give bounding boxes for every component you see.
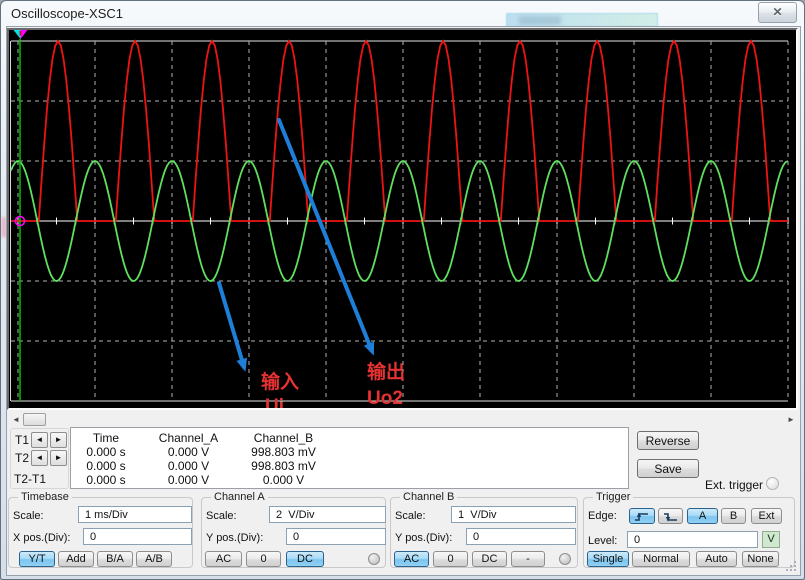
timebase-scale-field[interactable]: 1 ms/Div <box>78 506 192 523</box>
timebase-group: Timebase Scale: 1 ms/Div X pos.(Div): 0 … <box>8 497 193 568</box>
t2-label: T2 <box>15 451 29 465</box>
channel-a-zero-button[interactable]: 0 <box>246 551 281 567</box>
channel-b-probe-indicator <box>559 553 571 565</box>
svg-text:输出: 输出 <box>367 360 405 383</box>
timebase-add-button[interactable]: Add <box>58 551 94 567</box>
resize-grip[interactable] <box>785 560 797 572</box>
channel-a-ypos-field[interactable]: 0 <box>286 528 386 545</box>
trigger-none-button[interactable]: None <box>742 551 779 567</box>
scope-display[interactable]: 输入 Ui 输出 Uo2 <box>7 28 798 410</box>
t2-left-button[interactable]: ◄ <box>31 450 48 466</box>
close-button[interactable]: ✕ <box>758 2 797 23</box>
timebase-title: Timebase <box>18 491 72 503</box>
channel-b-group: Channel B Scale: 1 V/Div Y pos.(Div): 0 … <box>390 497 578 568</box>
trigger-edge-label: Edge: <box>588 510 617 522</box>
oscilloscope-window: Oscilloscope-XSC1 ✕ 输入 Ui 输出 Uo2 ◄ ► T1 ◄ ►… <box>0 0 805 580</box>
table-row-t1: 0.000 s 0.000 V 998.803 mV <box>71 445 628 458</box>
channel-b-ypos-field[interactable]: 0 <box>466 528 576 545</box>
t2-t1-label: T2-T1 <box>14 472 46 486</box>
t1-time: 0.000 s <box>71 445 141 459</box>
trigger-level-field[interactable]: 0 <box>627 531 758 548</box>
t2t1-time: 0.000 s <box>71 473 141 487</box>
channel-b-minus-button[interactable]: - <box>511 551 545 567</box>
table-row-t2-t1: 0.000 s 0.000 V 0.000 V <box>71 473 628 486</box>
col-time: Time <box>71 431 141 445</box>
timebase-xpos-label: X pos.(Div): <box>13 532 70 544</box>
close-icon: ✕ <box>772 5 782 19</box>
channel-b-scale-field[interactable]: 1 V/Div <box>451 506 576 523</box>
glass-reflection <box>519 16 561 25</box>
t1-right-button[interactable]: ► <box>50 432 67 448</box>
ext-trigger-indicator <box>766 477 779 490</box>
t2-channel-a: 0.000 V <box>141 459 236 473</box>
readout-header-row: Time Channel_A Channel_B <box>71 431 628 444</box>
readout-table: Time Channel_A Channel_B 0.000 s 0.000 V… <box>70 427 629 489</box>
timebase-scale-label: Scale: <box>13 510 44 522</box>
cursor-panel: T1 ◄ ► T2 ◄ ► T2-T1 <box>10 428 69 489</box>
trigger-group: Trigger Edge: A B Ext Level: 0 V Single <box>583 497 795 568</box>
trigger-normal-button[interactable]: Normal <box>632 551 690 567</box>
trigger-auto-button[interactable]: Auto <box>696 551 737 567</box>
timebase-ba-button[interactable]: B/A <box>97 551 133 567</box>
trigger-level-unit-select[interactable]: V <box>762 531 780 548</box>
window-title: Oscilloscope-XSC1 <box>11 6 123 21</box>
arrow-left-icon: ◄ <box>36 453 44 462</box>
channel-a-scale-field[interactable]: 2 V/Div <box>269 506 386 523</box>
client-area: 输入 Ui 输出 Uo2 ◄ ► T1 ◄ ► T2 ◄ ► T2-T1 Time C… <box>7 27 800 575</box>
scroll-left-icon[interactable]: ◄ <box>10 414 22 426</box>
waveform-plot: 输入 Ui 输出 Uo2 <box>9 30 796 408</box>
t1-channel-a: 0.000 V <box>141 445 236 459</box>
trigger-source-ext-button[interactable]: Ext <box>751 508 782 524</box>
channel-a-title: Channel A <box>211 491 268 503</box>
channel-a-scale-label: Scale: <box>206 510 237 522</box>
channel-b-ypos-label: Y pos.(Div): <box>395 532 452 544</box>
channel-b-zero-button[interactable]: 0 <box>433 551 468 567</box>
rising-edge-icon <box>634 511 650 523</box>
channel-b-ac-button[interactable]: AC <box>394 551 429 567</box>
trigger-source-b-button[interactable]: B <box>721 508 746 524</box>
col-channel-b: Channel_B <box>236 431 331 445</box>
t1-left-button[interactable]: ◄ <box>31 432 48 448</box>
channel-b-scale-label: Scale: <box>395 510 426 522</box>
falling-edge-icon <box>663 511 679 523</box>
trigger-single-button[interactable]: Single <box>587 551 629 567</box>
trigger-title: Trigger <box>593 491 633 503</box>
t2t1-channel-b: 0.000 V <box>236 473 331 487</box>
t2-right-button[interactable]: ► <box>50 450 67 466</box>
trigger-rising-edge-button[interactable] <box>629 508 655 524</box>
title-bar[interactable]: Oscilloscope-XSC1 ✕ <box>1 1 804 27</box>
t2-time: 0.000 s <box>71 459 141 473</box>
table-row-t2: 0.000 s 0.000 V 998.803 mV <box>71 459 628 472</box>
scrollbar-thumb[interactable] <box>23 413 46 426</box>
t1-label: T1 <box>15 433 29 447</box>
col-channel-a: Channel_A <box>141 431 236 445</box>
reverse-button[interactable]: Reverse <box>637 431 699 450</box>
timebase-xpos-field[interactable]: 0 <box>83 528 192 545</box>
arrow-right-icon: ► <box>55 435 63 444</box>
channel-b-dc-button[interactable]: DC <box>472 551 507 567</box>
t2-channel-b: 998.803 mV <box>236 459 331 473</box>
channel-a-ac-button[interactable]: AC <box>205 551 242 567</box>
timebase-yt-button[interactable]: Y/T <box>19 551 55 567</box>
ext-trigger-label: Ext. trigger <box>705 478 763 492</box>
trigger-falling-edge-button[interactable] <box>658 508 683 524</box>
t1-channel-b: 998.803 mV <box>236 445 331 459</box>
arrow-left-icon: ◄ <box>36 435 44 444</box>
channel-a-group: Channel A Scale: 2 V/Div Y pos.(Div): 0 … <box>201 497 386 568</box>
svg-text:Ui: Ui <box>265 396 284 408</box>
trigger-source-a-button[interactable]: A <box>687 508 718 524</box>
arrow-right-icon: ► <box>55 453 63 462</box>
scroll-right-icon[interactable]: ► <box>785 414 797 426</box>
trigger-level-label: Level: <box>588 535 617 547</box>
save-button[interactable]: Save <box>637 459 699 478</box>
horizontal-scrollbar[interactable]: ◄ ► <box>9 413 798 427</box>
t2t1-channel-a: 0.000 V <box>141 473 236 487</box>
channel-a-probe-indicator <box>368 553 380 565</box>
channel-a-ypos-label: Y pos.(Div): <box>206 532 263 544</box>
channel-b-title: Channel B <box>400 491 457 503</box>
svg-text:输入: 输入 <box>261 370 299 393</box>
timebase-ab-button[interactable]: A/B <box>136 551 172 567</box>
channel-a-dc-button[interactable]: DC <box>286 551 324 567</box>
svg-text:Uo2: Uo2 <box>367 388 403 408</box>
